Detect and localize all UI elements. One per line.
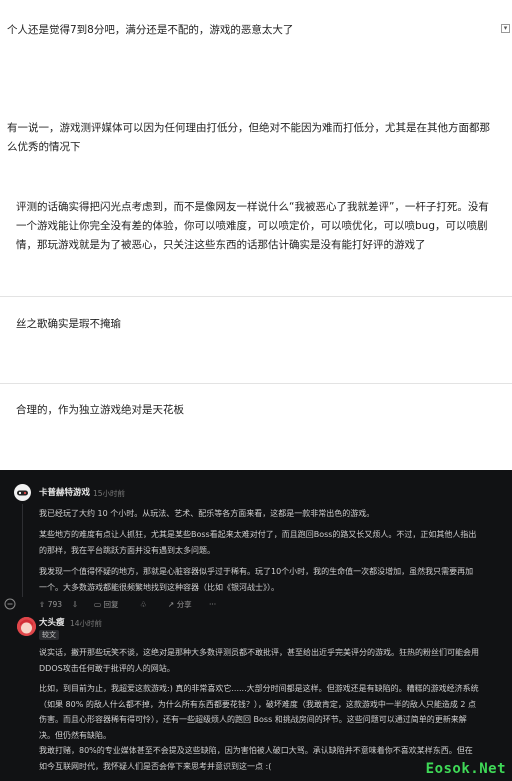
comment-card-2: 有一说一，游戏测评媒体可以因为任何理由打低分，但绝对不能因为难而打低分，尤其是在…: [0, 119, 512, 157]
comment-paragraph: 我已经玩了大约 10 个小时。从玩法、艺术、配乐等各方面来看，这都是一款非常出色…: [39, 509, 375, 518]
dark-comment-thread: 卡普赫特游戏 15小时前 我已经玩了大约 10 个小时。从玩法、艺术、配乐等各方…: [0, 470, 512, 781]
comment-card-5: 合理的，作为独立游戏绝对是天花板: [0, 401, 512, 420]
comment-card-1: 个人还是觉得7到8分吧，满分还是不配的，游戏的恶意太大了: [0, 21, 512, 40]
comment-bubble-icon: ▭: [94, 600, 102, 609]
comment-text: 个人还是觉得7到8分吧，满分还是不配的，游戏的恶意太大了: [7, 24, 294, 36]
comment-paragraph: 我发现一个值得怀疑的地方，那就是心脏容器似乎过于稀有。玩了10个小时，我的生命值…: [39, 567, 474, 592]
comment-text: 评测的话确实得把闪光点考虑到，而不是像网友一样说什么“我被恶心了我就差评”，一杆…: [16, 201, 489, 251]
user-flair-badge: 较文: [39, 630, 59, 640]
timestamp: 14小时前: [70, 619, 103, 628]
username[interactable]: 卡普赫特游戏: [39, 486, 90, 502]
divider: [0, 296, 512, 297]
more-options-icon[interactable]: ···: [209, 598, 216, 612]
comment-text: 合理的，作为独立游戏绝对是天花板: [16, 404, 184, 416]
comment-card-4: 丝之歌确实是瑕不掩瑜: [0, 315, 512, 334]
comment-paragraph: 说实话，撇开那些玩笑不谈，这绝对是那种大多数评测员都不敢批评，甚至给出近乎完美评…: [39, 648, 479, 673]
comment-paragraph: 我敢打赌，80%的专业媒体甚至不会提及这些缺陷，因为害怕被人破口大骂。承认缺陷并…: [39, 746, 473, 771]
comment-card-3: 评测的话确实得把闪光点考虑到，而不是像网友一样说什么“我被恶心了我就差评”，一杆…: [0, 198, 512, 255]
collapse-thread-icon[interactable]: [4, 598, 16, 612]
timestamp: 15小时前: [93, 489, 126, 498]
upvote-button[interactable]: ⇧ 793: [39, 598, 62, 612]
share-icon: ↗: [168, 600, 175, 609]
site-watermark: Eosok.Net: [425, 760, 506, 777]
light-comment-section: 个人还是觉得7到8分吧，满分还是不配的，游戏的恶意太大了 ▾ 有一说一，游戏测评…: [0, 0, 512, 470]
upvote-icon: ⇧: [39, 600, 46, 609]
comment-paragraph: 比如，到目前为止，我超爱这款游戏:) 真的非常喜欢它......大部分时间都是这…: [39, 684, 479, 740]
share-button[interactable]: ↗ 分享: [168, 598, 192, 612]
thread-line: [22, 504, 23, 597]
comment-text: 丝之歌确实是瑕不掩瑜: [16, 318, 121, 330]
comment-text: 有一说一，游戏测评媒体可以因为任何理由打低分，但绝对不能因为难而打低分，尤其是在…: [7, 122, 490, 153]
award-icon[interactable]: ♧: [140, 598, 147, 612]
avatar[interactable]: [14, 484, 31, 501]
expand-toggle-icon[interactable]: ▾: [501, 24, 510, 33]
divider: [0, 383, 512, 384]
comment-paragraph: 某些地方的难度有点让人抓狂，尤其是某些Boss看起来太难对付了，而且跑回Boss…: [39, 530, 477, 555]
avatar[interactable]: [17, 617, 36, 636]
gamepad-logo-icon: [14, 484, 31, 501]
upvote-count: 793: [47, 600, 63, 609]
downvote-icon[interactable]: ⇩: [72, 598, 78, 612]
anime-avatar-icon: [17, 617, 36, 636]
reply-button[interactable]: ▭ 回复: [94, 598, 118, 612]
